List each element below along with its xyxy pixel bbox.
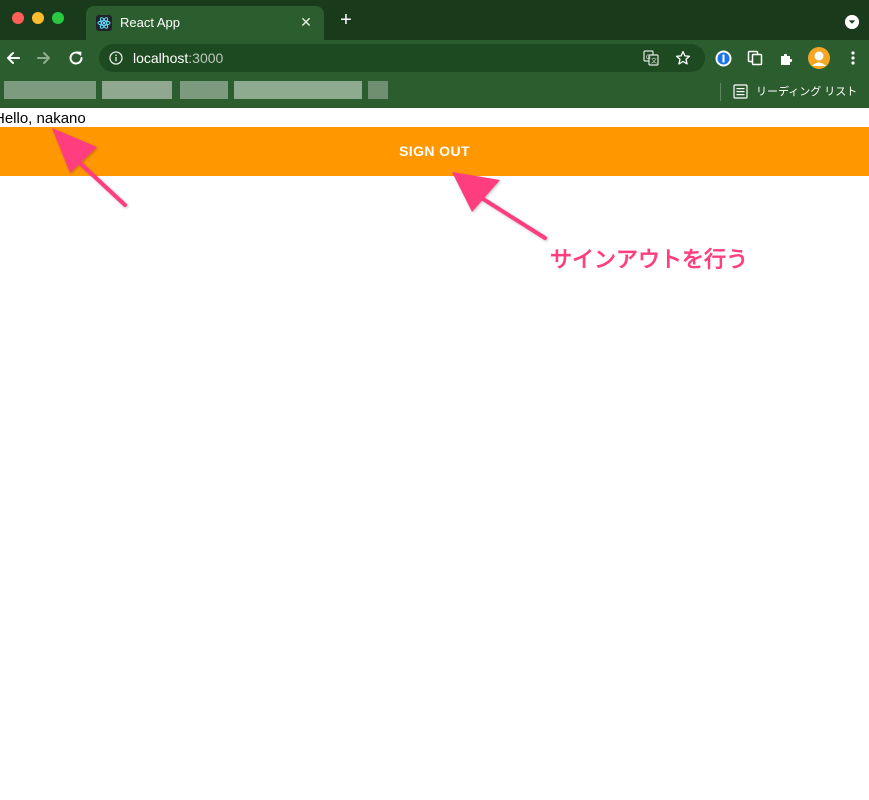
page-viewport: Hello, nakano SIGN OUT xyxy=(0,108,869,800)
bookmark-item-blurred[interactable] xyxy=(4,81,96,99)
bookmark-item-blurred[interactable] xyxy=(102,81,172,99)
reload-icon[interactable] xyxy=(66,48,86,68)
url-host: localhost xyxy=(133,50,189,66)
back-arrow-icon[interactable] xyxy=(3,48,23,68)
bookmarks-separator xyxy=(720,83,721,101)
browser-toolbar: localhost:3000 G 文 xyxy=(0,40,869,76)
kebab-menu-icon[interactable] xyxy=(846,50,860,66)
password-manager-icon[interactable] xyxy=(715,50,732,67)
bookmark-item-blurred[interactable] xyxy=(180,81,228,99)
translate-icon[interactable]: G 文 xyxy=(643,50,659,66)
greeting-text: Hello, nakano xyxy=(0,110,86,127)
forward-arrow-icon[interactable] xyxy=(34,48,54,68)
extensions-puzzle-icon[interactable] xyxy=(779,50,795,66)
bookmarks-bar: リーディング リスト xyxy=(0,76,869,108)
url-port: :3000 xyxy=(188,50,224,66)
maximize-window-button[interactable] xyxy=(52,12,64,24)
address-bar[interactable]: localhost:3000 G 文 xyxy=(99,44,705,72)
close-window-button[interactable] xyxy=(12,12,24,24)
reading-list-label: リーディング リスト xyxy=(756,86,858,98)
info-icon[interactable] xyxy=(109,51,123,65)
url-text: localhost:3000 xyxy=(133,50,223,66)
profile-avatar-icon[interactable] xyxy=(808,47,830,69)
browser-tab-strip: React App ✕ + xyxy=(0,0,869,40)
copy-icon[interactable] xyxy=(747,50,763,66)
svg-text:文: 文 xyxy=(651,57,657,65)
browser-tab[interactable]: React App ✕ xyxy=(86,6,324,40)
bookmark-item-blurred[interactable] xyxy=(368,81,388,99)
close-icon[interactable]: ✕ xyxy=(298,14,314,30)
sign-out-button[interactable]: SIGN OUT xyxy=(0,127,869,176)
reading-list-icon xyxy=(733,84,748,99)
tab-title: React App xyxy=(120,15,180,30)
react-logo-icon xyxy=(96,15,112,31)
minimize-window-button[interactable] xyxy=(32,12,44,24)
star-icon[interactable] xyxy=(675,50,691,66)
chevron-down-icon[interactable] xyxy=(845,15,859,29)
plus-icon[interactable]: + xyxy=(336,10,356,30)
bookmark-item-blurred[interactable] xyxy=(234,81,362,99)
annotation-label: サインアウトを行う xyxy=(550,247,749,272)
